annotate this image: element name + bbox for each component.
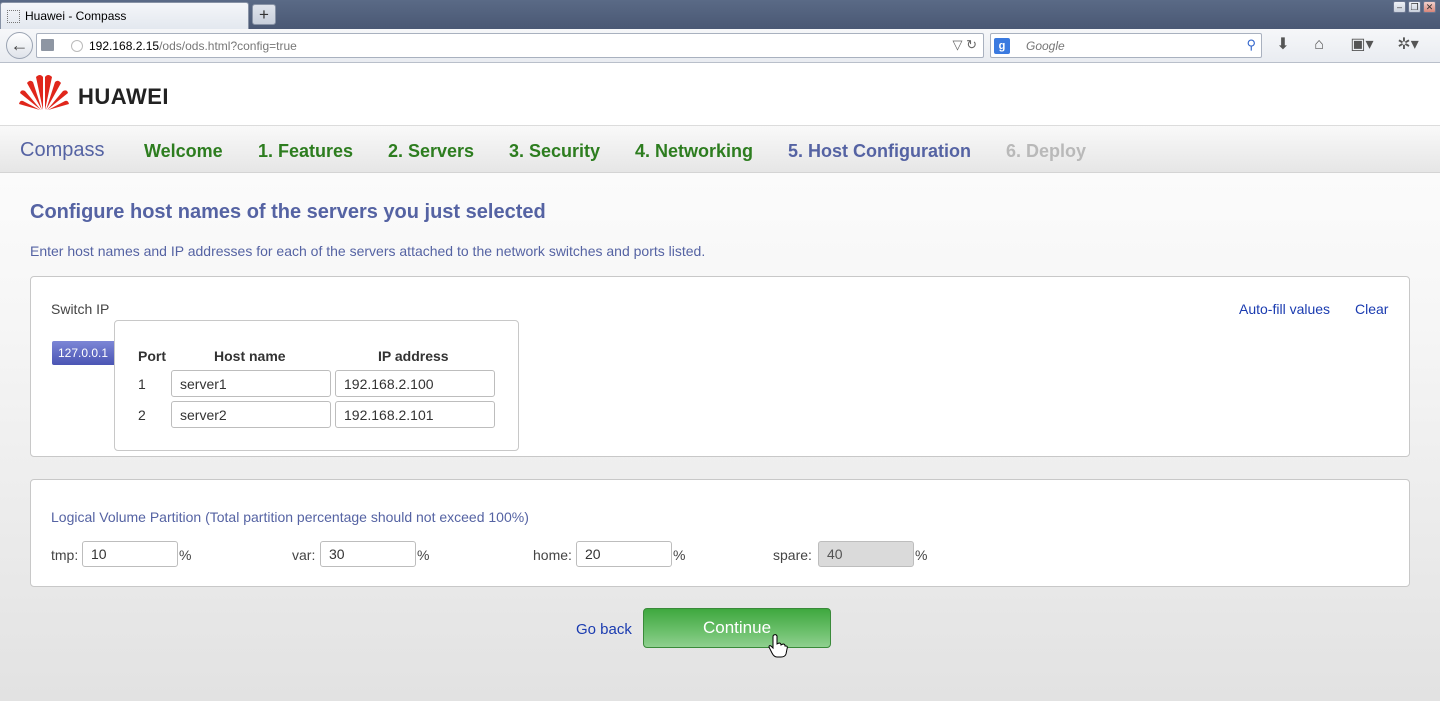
nav-brand[interactable]: Compass [20,139,104,162]
reload-icon[interactable]: ▽ ↻ [952,37,977,53]
tab-welcome[interactable]: Welcome [144,141,223,162]
page-favicon-icon [7,10,20,23]
close-icon[interactable]: ✕ [1423,1,1436,13]
tab-deploy: 6. Deploy [1006,141,1087,161]
hostname-input[interactable] [171,370,331,397]
hostname-input[interactable] [171,401,331,428]
tab-title: Huawei - Compass [25,9,127,23]
percent-sign: % [179,547,192,563]
percent-sign: % [673,547,686,563]
browser-toolbar: ← 192.168.2.15/ods/ods.html?config=true … [0,29,1440,63]
browser-tab[interactable]: Huawei - Compass [0,2,249,29]
tmp-percent-input[interactable] [82,541,178,567]
globe-icon [71,40,83,52]
minimize-icon[interactable]: – [1393,1,1406,13]
url-text[interactable]: 192.168.2.15/ods/ods.html?config=true [89,39,297,53]
logo-text: HUAWEI [78,84,169,109]
wizard-nav: Compass Welcome 1. Features 2. Servers 3… [0,126,1440,173]
var-label: var: [292,547,316,563]
ip-address-input[interactable] [335,401,495,428]
back-arrow-icon[interactable]: ← [6,32,33,59]
spare-percent-input [818,541,914,567]
page-title: Configure host names of the servers you … [30,201,546,223]
tab-security[interactable]: 3. Security [509,141,600,162]
percent-sign: % [417,547,430,563]
addon-icon[interactable]: ✲▾ [1393,35,1423,55]
tmp-label: tmp: [51,547,79,563]
page-content: HUAWEI Compass Welcome 1. Features 2. Se… [0,64,1440,701]
page-description: Enter host names and IP addresses for ea… [30,243,706,259]
switch-ip-tab[interactable]: 127.0.0.1 [52,341,114,365]
partition-panel: Logical Volume Partition (Total partitio… [30,479,1410,587]
url-bar[interactable]: 192.168.2.15/ods/ods.html?config=true ▽ … [36,33,984,58]
clear-link[interactable]: Clear [1355,301,1388,317]
switch-ip-label: Switch IP [51,301,110,317]
huawei-logo-icon [19,75,69,110]
percent-sign: % [915,547,928,563]
column-header-ip-address: IP address [378,348,449,364]
download-icon[interactable]: ⬇ [1273,35,1293,55]
ip-address-input[interactable] [335,370,495,397]
home-percent-input[interactable] [576,541,672,567]
switch-panel: Switch IP Auto-fill values Clear 127.0.0… [30,276,1410,457]
tab-servers[interactable]: 2. Servers [388,141,474,162]
search-input[interactable]: Google [1026,39,1065,53]
partition-title: Logical Volume Partition (Total partitio… [51,509,529,525]
url-path: /ods/ods.html?config=true [159,39,297,53]
tab-networking[interactable]: 4. Networking [635,141,753,162]
column-header-host-name: Host name [214,348,286,364]
port-number: 1 [138,376,146,392]
spare-label: spare: [773,547,812,563]
hand-cursor-icon [768,634,788,658]
search-engine-icon[interactable]: g [994,38,1010,54]
go-back-link[interactable]: Go back [576,621,632,638]
continue-button[interactable]: Continue [643,608,831,648]
search-bar[interactable]: g Google ⚲ [990,33,1262,58]
var-percent-input[interactable] [320,541,416,567]
bookmarks-icon[interactable]: ▣▾ [1347,35,1377,55]
window-controls: – ❐ ✕ [1393,1,1436,13]
restore-icon[interactable]: ❐ [1408,1,1421,13]
tab-host-configuration[interactable]: 5. Host Configuration [788,141,971,162]
search-icon[interactable]: ⚲ [1246,37,1256,53]
column-header-port: Port [138,348,166,364]
tab-features[interactable]: 1. Features [258,141,353,162]
home-label: home: [533,547,572,563]
home-icon[interactable]: ⌂ [1309,35,1329,55]
port-number: 2 [138,407,146,423]
site-header: HUAWEI [0,64,1440,126]
new-tab-button[interactable]: + [252,4,276,25]
url-host: 192.168.2.15 [89,39,160,53]
site-identity-icon[interactable] [41,39,54,51]
browser-titlebar: Huawei - Compass + – ❐ ✕ [0,0,1440,29]
ports-table: Port Host name IP address 1 2 [114,320,519,451]
autofill-link[interactable]: Auto-fill values [1239,301,1330,317]
